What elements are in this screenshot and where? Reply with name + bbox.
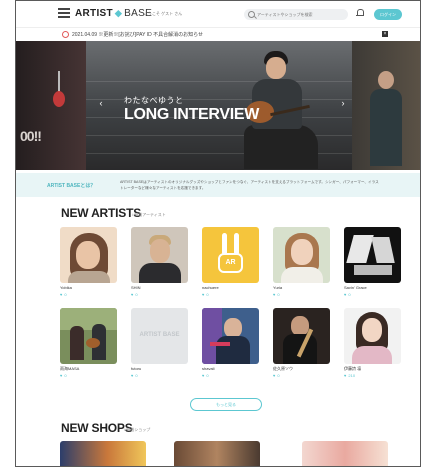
notice-text[interactable]: 2021.04.09 ※更新※[お詫び]PAY ID 不具合解消のお知らせ (72, 31, 203, 38)
artist-card[interactable]: ARTIST BASE futoru ♥ 0 (131, 308, 188, 378)
like-count[interactable]: ♥ 0 (202, 292, 209, 297)
about-text: ARTIST BASEはアーティストのオリジナルグッズやショップとファンをつなぐ… (120, 180, 379, 190)
heart-icon: ♥ (131, 373, 134, 378)
artist-card[interactable]: shavali ♥ 0 (202, 308, 259, 378)
artist-avatar (344, 227, 401, 283)
search-icon (248, 11, 255, 18)
new-artists-title: NEW ARTISTS (61, 206, 142, 220)
shop-thumbnail (60, 441, 146, 466)
heart-icon: ♥ (60, 292, 63, 297)
artist-card[interactable]: AR nachuere ♥ 0 (202, 227, 259, 297)
new-shops-title: NEW SHOPS (61, 421, 133, 435)
heart-icon: ♥ (202, 292, 205, 297)
heart-icon: ♥ (344, 292, 347, 297)
about-banner: ARTIST BASEとは？ ARTIST BASEはアーティストのオリジナルグ… (16, 173, 420, 197)
artist-card[interactable]: 佐久原ソウ ♥ 0 (273, 308, 330, 378)
artist-name[interactable]: Savin' Grace (344, 285, 367, 290)
artist-card[interactable]: SHIN ♥ 0 (131, 227, 188, 297)
new-artists-subtitle: / 新着アーティスト (132, 212, 166, 217)
like-count[interactable]: ♥ 0 (273, 292, 280, 297)
artist-name[interactable]: 佐久原ソウ (273, 366, 293, 372)
like-count[interactable]: ♥ 0 (60, 292, 67, 297)
carousel-next-slide[interactable] (352, 41, 420, 170)
artist-card[interactable]: 雨海MASA ♥ 0 (60, 308, 117, 378)
shop-card[interactable] (302, 441, 388, 466)
artist-avatar (273, 308, 330, 364)
more-artists-button[interactable]: もっと見る (190, 398, 262, 411)
guitar-image (53, 71, 65, 107)
browser-frame: ARTIST◆BASE ようこそ ゲスト さん ログイン 2021.04.09 … (15, 0, 421, 467)
carousel-prev-slide[interactable]: 00!! (16, 41, 86, 170)
artist-name[interactable]: 伊藤詩 凛 (344, 366, 361, 372)
artist-name[interactable]: Yuria (273, 285, 282, 290)
login-button[interactable]: ログイン (374, 9, 402, 20)
logo-main: ARTIST (75, 8, 113, 19)
artist-avatar (131, 227, 188, 283)
artist-avatar: ARTIST BASE (131, 308, 188, 364)
alert-icon (62, 31, 69, 38)
artist-name[interactable]: nachuere (202, 285, 219, 290)
shop-card[interactable] (174, 441, 260, 466)
heart-icon: ♥ (60, 373, 63, 378)
new-shops-subtitle: / 新着ショップ (124, 427, 151, 432)
search-bar[interactable] (244, 9, 348, 20)
like-count[interactable]: ♥ 0 (344, 292, 351, 297)
heart-icon: ♥ (202, 373, 205, 378)
artist-name[interactable]: Yobika (60, 285, 72, 290)
like-count[interactable]: ♥ 0 (60, 373, 67, 378)
artist-avatar (60, 308, 117, 364)
like-count[interactable]: ♥ 210 (344, 373, 355, 378)
shop-card[interactable] (60, 441, 146, 466)
menu-icon[interactable] (58, 8, 70, 18)
artist-name[interactable]: 雨海MASA (60, 366, 79, 372)
bell-icon[interactable] (356, 9, 364, 17)
heart-icon: ♥ (273, 292, 276, 297)
heart-icon: ♥ (344, 373, 347, 378)
artist-name[interactable]: futoru (131, 366, 141, 371)
search-input[interactable] (257, 10, 343, 18)
heart-icon: ♥ (273, 373, 276, 378)
artist-name[interactable]: SHIN (131, 285, 141, 290)
artist-card[interactable]: Yobika ♥ 0 (60, 227, 117, 297)
notice-bar[interactable]: 2021.04.09 ※更新※[お詫び]PAY ID 不具合解消のお知らせ × (16, 27, 420, 42)
artist-name[interactable]: shavali (202, 366, 214, 371)
site-header: ARTIST◆BASE ようこそ ゲスト さん ログイン (16, 1, 420, 27)
shop-thumbnail (174, 441, 260, 466)
placeholder-logo: ARTIST BASE (139, 332, 180, 338)
site-logo[interactable]: ARTIST ◆ BASE (75, 8, 152, 19)
like-count[interactable]: ♥ 0 (202, 373, 209, 378)
like-count[interactable]: ♥ 0 (131, 373, 138, 378)
heart-icon: ♥ (131, 292, 134, 297)
logo-diamond-icon: ◆ (114, 8, 123, 18)
artist-avatar (273, 227, 330, 283)
shop-thumbnail (302, 441, 388, 466)
hero-subtitle: わたなべゆうと (124, 96, 184, 105)
hero-title: LONG INTERVIEW (124, 106, 260, 123)
about-label[interactable]: ARTIST BASEとは？ (47, 182, 95, 189)
like-count[interactable]: ♥ 0 (131, 292, 138, 297)
artist-avatar: AR (202, 227, 259, 283)
like-count[interactable]: ♥ 0 (273, 373, 280, 378)
artist-card[interactable]: Savin' Grace ♥ 0 (344, 227, 401, 297)
next-slide-photo (370, 71, 402, 166)
artist-card[interactable]: Yuria ♥ 0 (273, 227, 330, 297)
hero-carousel[interactable]: 00!! ‹ › わたなべゆうと LONG INTERVIEW (16, 41, 420, 170)
welcome-text: ようこそ ゲスト さん (144, 11, 183, 16)
character-badge: AR (218, 253, 243, 273)
artist-avatar (344, 308, 401, 364)
prev-slide-text: 00!! (20, 128, 42, 144)
carousel-prev-button[interactable]: ‹ (96, 98, 106, 108)
carousel-next-button[interactable]: › (338, 98, 348, 108)
artist-avatar (202, 308, 259, 364)
close-icon[interactable]: × (382, 31, 388, 37)
artist-card[interactable]: 伊藤詩 凛 ♥ 210 (344, 308, 401, 378)
artist-avatar (60, 227, 117, 283)
